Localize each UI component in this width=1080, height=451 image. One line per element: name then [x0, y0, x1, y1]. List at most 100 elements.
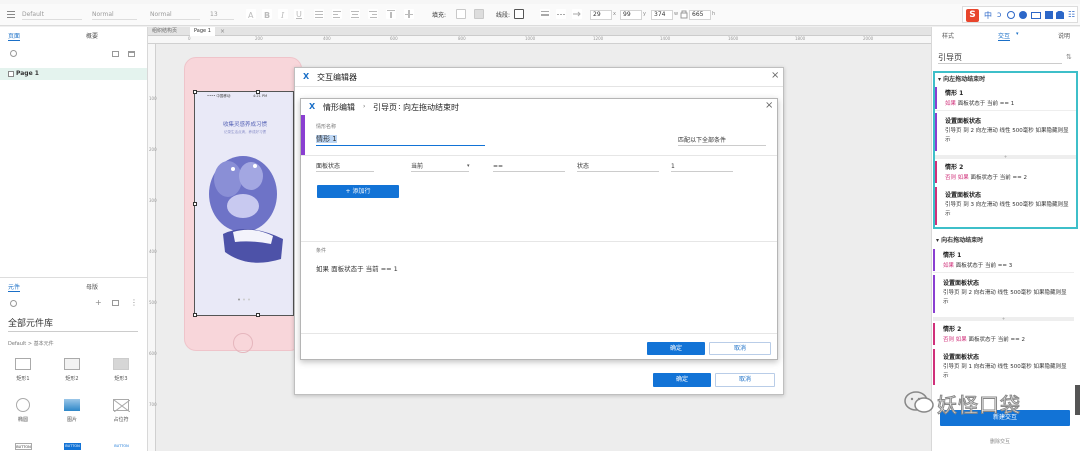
italic-icon[interactable]: I	[278, 9, 288, 20]
align-center-icon[interactable]	[350, 9, 360, 19]
case-header[interactable]: 情形 1 如果 面板状态于 当前 == 1	[935, 85, 1076, 111]
tab-page1[interactable]: Page 1	[190, 27, 215, 36]
value-type-select[interactable]: 状态	[577, 162, 659, 172]
y-input[interactable]: 99	[620, 10, 642, 20]
case-action[interactable]: 设置面板状态 引导页 到 3 向左滑动 线性 500毫秒 如果隐藏则显示	[935, 185, 1076, 227]
sogou-logo-icon[interactable]: S	[966, 9, 979, 22]
rectangle1-icon[interactable]	[15, 358, 31, 370]
condition-target-select[interactable]: 当前	[411, 162, 469, 172]
search-icon[interactable]	[10, 50, 17, 57]
ime-punct-icon[interactable]: ↄ	[997, 10, 1001, 19]
line-color-icon[interactable]	[514, 9, 524, 19]
font-style-select[interactable]: Normal	[150, 10, 200, 20]
library-select[interactable]: 全部元件库	[8, 318, 138, 332]
shadow-icon[interactable]	[474, 9, 484, 19]
library-breadcrumb[interactable]: Default > 基本元件	[8, 340, 54, 347]
ime-chinese-icon[interactable]: 中	[984, 10, 992, 21]
font-size-select[interactable]: 13	[210, 10, 234, 20]
library-search-icon[interactable]	[10, 300, 17, 307]
ime-voice-icon[interactable]	[1019, 11, 1027, 19]
primary-button-widget-icon[interactable]: BUTTON	[64, 443, 81, 450]
list-icon[interactable]	[314, 9, 324, 19]
text-color-icon[interactable]: A	[246, 9, 256, 20]
placeholder-icon[interactable]	[113, 399, 131, 413]
ok-button[interactable]: 确定	[647, 342, 705, 355]
ime-shirt-icon[interactable]	[1056, 11, 1064, 19]
tab-pages[interactable]: 页面	[8, 31, 21, 41]
button-widget-icon[interactable]: BUTTON	[15, 443, 32, 450]
arrow-style-icon[interactable]	[572, 9, 582, 19]
case-action[interactable]: 设置面板状态 引导页 到 1 向右滑动 线性 500毫秒 如果隐藏则显示	[933, 347, 1074, 387]
widget-name-input[interactable]: 引导页	[938, 52, 1062, 64]
style-icon[interactable]	[6, 9, 16, 19]
align-right-icon[interactable]	[368, 9, 378, 19]
interaction-settings-icon[interactable]: ⇅	[1066, 53, 1072, 61]
tab-notes[interactable]: 说明	[1058, 31, 1070, 40]
case-header[interactable]: 情形 2 否则 如果 面板状态于 当前 == 2	[935, 159, 1076, 185]
case-action[interactable]: 设置面板状态 引导页 到 2 向左滑动 线性 500毫秒 如果隐藏则显示	[935, 111, 1076, 153]
page-list-item[interactable]: Page 1	[0, 68, 147, 80]
condition-field-select[interactable]: 面板状态	[316, 162, 374, 172]
cancel-button[interactable]: 取消	[715, 373, 775, 387]
ime-skin-icon[interactable]	[1045, 11, 1053, 19]
delete-interaction-link[interactable]: 删除交互	[990, 438, 1010, 445]
tab-masters[interactable]: 母版	[86, 282, 98, 291]
close-tab-icon[interactable]: ×	[220, 28, 225, 35]
line-width-icon[interactable]	[540, 9, 550, 19]
add-library-icon[interactable]: +	[95, 298, 102, 307]
ime-emoji-icon[interactable]	[1007, 11, 1015, 19]
library-copy-icon[interactable]	[112, 300, 119, 306]
valign-middle-icon[interactable]	[404, 9, 414, 19]
case-header[interactable]: 情形 2 否则 如果 面板状态于 当前 == 2	[933, 321, 1074, 347]
underline-icon[interactable]: U	[294, 9, 304, 19]
x-input[interactable]: 29	[590, 10, 612, 20]
ok-button[interactable]: 确定	[653, 373, 711, 387]
event-block-right-drag[interactable]: ▾ 向右拖动结束时 情形 1 如果 面板状态于 当前 == 3 设置面板状态 引…	[933, 233, 1078, 391]
tab-org-chart[interactable]: 组织结构页	[148, 27, 181, 36]
right-scrollbar[interactable]	[1075, 385, 1080, 415]
w-input[interactable]: 374	[651, 10, 673, 20]
tab-style[interactable]: 样式	[942, 31, 954, 40]
resize-handle[interactable]	[193, 202, 197, 206]
operator-select[interactable]: ==	[493, 162, 565, 172]
tab-outline[interactable]: 概要	[86, 31, 98, 40]
chevron-down-icon[interactable]: ▾	[467, 163, 470, 169]
rectangle2-icon[interactable]	[64, 358, 80, 370]
bold-icon[interactable]: B	[262, 9, 272, 20]
case-header[interactable]: 情形 1 如果 面板状态于 当前 == 3	[933, 247, 1074, 273]
align-left-icon[interactable]	[332, 9, 342, 19]
ime-menu-icon[interactable]: ☷	[1068, 10, 1075, 19]
case-action[interactable]: 设置面板状态 引导页 到 2 向右滑动 线性 500毫秒 如果隐藏则显示	[933, 273, 1074, 315]
add-folder-icon[interactable]	[128, 51, 135, 57]
event-block-left-drag[interactable]: ▾ 向左拖动结束时 情形 1 如果 面板状态于 当前 == 1 设置面板状态 引…	[933, 71, 1078, 229]
resize-handle[interactable]	[256, 90, 260, 94]
ellipse-icon[interactable]	[16, 398, 30, 412]
tab-widgets[interactable]: 元件	[8, 282, 21, 292]
case-name-input[interactable]: 情形 1	[316, 134, 485, 146]
lock-ratio-icon[interactable]	[680, 9, 688, 19]
tab-interaction[interactable]: 交互	[998, 31, 1011, 41]
match-select[interactable]: 匹配以下全部条件	[678, 136, 766, 146]
guide-page-dynamic-panel[interactable]: •••• 中国移动 4:21 PM 收集灵感养成习惯 记录生活点滴，养成好习惯	[193, 90, 294, 317]
resize-handle[interactable]	[193, 313, 197, 317]
cancel-button[interactable]: 取消	[709, 342, 771, 355]
close-icon[interactable]: ×	[771, 71, 779, 81]
rectangle3-icon[interactable]	[113, 358, 129, 370]
font-family-select[interactable]: Default	[22, 10, 82, 20]
line-style-icon[interactable]	[556, 9, 566, 19]
font-weight-select[interactable]: Normal	[92, 10, 137, 20]
fill-color-icon[interactable]	[456, 9, 466, 19]
resize-handle[interactable]	[256, 313, 260, 317]
ime-keyboard-icon[interactable]	[1031, 12, 1041, 19]
resize-handle[interactable]	[193, 90, 197, 94]
image-icon[interactable]	[64, 399, 80, 411]
add-page-icon[interactable]	[112, 51, 119, 57]
add-row-button[interactable]: + 添加行	[317, 185, 399, 198]
library-more-icon[interactable]: ⋮	[130, 298, 138, 307]
link-button-widget-icon[interactable]: BUTTON	[113, 443, 130, 450]
h-input[interactable]: 665	[689, 10, 711, 20]
close-icon[interactable]: ×	[765, 101, 773, 111]
valign-top-icon[interactable]	[386, 9, 396, 19]
value-input[interactable]: 1	[671, 162, 733, 172]
chevron-down-icon[interactable]: ▾	[1016, 31, 1019, 37]
